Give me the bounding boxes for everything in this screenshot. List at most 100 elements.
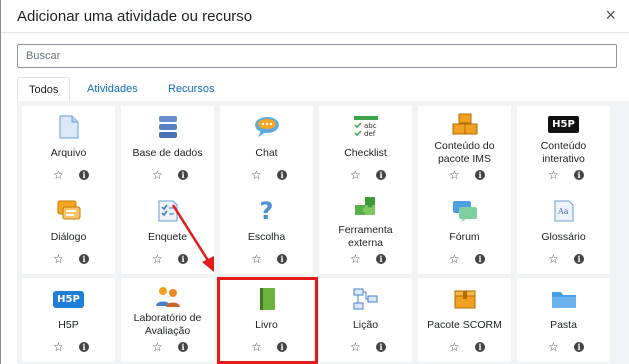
dialogue-icon [22, 198, 115, 224]
info-icon[interactable]: i [376, 342, 386, 352]
star-icon[interactable]: ☆ [548, 169, 559, 181]
glossary-icon: Aa [517, 198, 610, 224]
add-activity-dialog: Adicionar uma atividade ou recurso × Tod… [0, 0, 629, 364]
star-icon[interactable]: ☆ [449, 341, 460, 353]
info-icon[interactable]: i [376, 254, 386, 264]
info-icon[interactable]: i [79, 342, 89, 352]
checklist-icon: abc def [319, 114, 412, 140]
star-icon[interactable]: ☆ [152, 341, 163, 353]
info-icon[interactable]: i [79, 170, 89, 180]
module-label: Laboratório de Avaliação [133, 312, 202, 337]
module-card-conteudo-interativo[interactable]: H5P Conteúdo interativo ☆ i [517, 106, 610, 190]
file-icon [22, 114, 115, 140]
info-icon[interactable]: i [574, 254, 584, 264]
star-icon[interactable]: ☆ [350, 169, 361, 181]
info-icon[interactable]: i [574, 342, 584, 352]
module-card-chat[interactable]: Chat ☆ i [220, 106, 313, 190]
info-icon[interactable]: i [475, 254, 485, 264]
tab-bar: Todos Atividades Recursos [17, 77, 629, 102]
star-icon[interactable]: ☆ [152, 253, 163, 265]
aa-text: Aa [557, 207, 569, 216]
star-icon[interactable]: ☆ [251, 169, 262, 181]
info-icon[interactable]: i [475, 342, 485, 352]
h5p-logo: H5P [53, 290, 84, 308]
module-label: Diálogo [50, 230, 87, 243]
module-label: Base de dados [132, 146, 203, 159]
abc-text: abc [364, 122, 377, 130]
module-card-ferramenta-externa[interactable]: Ferramenta externa ☆ i [319, 190, 412, 274]
folder-icon [517, 286, 610, 312]
module-card-h5p[interactable]: H5P H5P ☆ i [22, 278, 115, 362]
info-icon[interactable]: i [277, 170, 287, 180]
h5p-logo: H5P [548, 115, 579, 133]
module-label: Glossário [541, 230, 586, 243]
forum-icon [418, 198, 511, 224]
module-card-licao[interactable]: Lição ☆ i [319, 278, 412, 362]
info-icon[interactable]: i [277, 254, 287, 264]
module-card-ims[interactable]: Conteúdo do pacote IMS ☆ i [418, 106, 511, 190]
star-icon[interactable]: ☆ [152, 169, 163, 181]
tab-todos[interactable]: Todos [17, 77, 71, 102]
module-card-dialogo[interactable]: Diálogo ☆ i [22, 190, 115, 274]
close-icon[interactable]: × [605, 6, 616, 24]
star-icon[interactable]: ☆ [548, 341, 559, 353]
module-card-laboratorio[interactable]: Laboratório de Avaliação ☆ i [121, 278, 214, 362]
survey-icon [121, 198, 214, 224]
module-label: Conteúdo interativo [540, 140, 587, 165]
dialog-title: Adicionar uma atividade ou recurso [17, 8, 253, 25]
chat-icon [220, 114, 313, 140]
module-label: Arquivo [50, 146, 87, 159]
module-label: Lição [352, 318, 379, 331]
star-icon[interactable]: ☆ [449, 169, 460, 181]
module-card-pasta[interactable]: Pasta ☆ i [517, 278, 610, 362]
star-icon[interactable]: ☆ [53, 253, 64, 265]
dialog-header: Adicionar uma atividade ou recurso × [1, 0, 629, 33]
question-icon: ? [259, 197, 274, 225]
workshop-icon [121, 283, 214, 309]
star-icon[interactable]: ☆ [350, 253, 361, 265]
module-label: Checklist [344, 146, 387, 159]
module-label: Escolha [247, 230, 286, 243]
star-icon[interactable]: ☆ [350, 341, 361, 353]
tab-recursos[interactable]: Recursos [157, 77, 225, 101]
star-icon[interactable]: ☆ [53, 341, 64, 353]
module-card-arquivo[interactable]: Arquivo ☆ i [22, 106, 115, 190]
module-card-escolha[interactable]: ? Escolha ☆ i [220, 190, 313, 274]
info-icon[interactable]: i [376, 170, 386, 180]
module-label: Chat [255, 146, 278, 159]
info-icon[interactable]: i [178, 254, 188, 264]
info-icon[interactable]: i [79, 254, 89, 264]
module-card-base-de-dados[interactable]: Base de dados ☆ i [121, 106, 214, 190]
h5p-icon: H5P [22, 286, 115, 312]
database-icon [121, 114, 214, 140]
livro-highlight-box [217, 277, 318, 364]
info-icon[interactable]: i [178, 342, 188, 352]
lesson-icon [319, 286, 412, 312]
module-card-checklist[interactable]: abc def Checklist ☆ i [319, 106, 412, 190]
h5p-icon: H5P [517, 111, 610, 137]
module-card-forum[interactable]: Fórum ☆ i [418, 190, 511, 274]
module-label: Pasta [550, 318, 577, 331]
scorm-icon [418, 286, 511, 312]
star-icon[interactable]: ☆ [548, 253, 559, 265]
module-label: Conteúdo do pacote IMS [434, 140, 495, 165]
info-icon[interactable]: i [178, 170, 188, 180]
search-input[interactable] [17, 44, 617, 68]
star-icon[interactable]: ☆ [449, 253, 460, 265]
module-label: Pacote SCORM [427, 318, 502, 331]
star-icon[interactable]: ☆ [53, 169, 64, 181]
module-card-scorm[interactable]: Pacote SCORM ☆ i [418, 278, 511, 362]
puzzle-icon [319, 194, 412, 220]
def-text: def [364, 130, 376, 138]
ims-package-icon [418, 111, 511, 137]
module-label: Enquete [147, 230, 188, 243]
info-icon[interactable]: i [574, 170, 584, 180]
module-label: Ferramenta externa [338, 224, 393, 249]
tab-atividades[interactable]: Atividades [76, 77, 149, 101]
module-card-enquete[interactable]: Enquete ☆ i [121, 190, 214, 274]
module-card-glossario[interactable]: Aa Glossário ☆ i [517, 190, 610, 274]
star-icon[interactable]: ☆ [251, 253, 262, 265]
module-label: Fórum [449, 230, 480, 243]
module-grid: Arquivo ☆ i Base de dados ☆ i Chat ☆ i a… [17, 101, 629, 364]
info-icon[interactable]: i [475, 170, 485, 180]
